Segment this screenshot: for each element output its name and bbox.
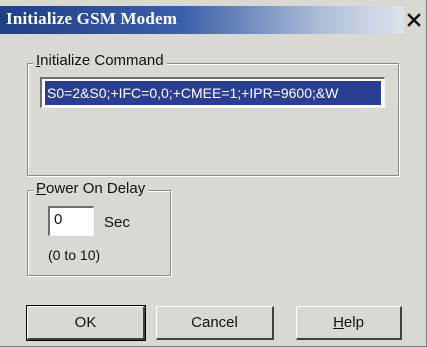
power-on-delay-input[interactable]: 0 bbox=[48, 206, 94, 236]
initialize-command-selected-text: S0=2&S0;+IFC=0,0;+CMEE=1;+IPR=9600;&W bbox=[45, 81, 381, 105]
power-on-delay-label: Power On Delay bbox=[33, 180, 149, 197]
ok-button[interactable]: OK bbox=[26, 305, 146, 341]
delay-range-label: (0 to 10) bbox=[48, 247, 101, 263]
initialize-command-input[interactable]: S0=2&S0;+IFC=0,0;+CMEE=1;+IPR=9600;&W bbox=[40, 77, 385, 108]
power-on-delay-label-mnemonic: P bbox=[36, 180, 47, 197]
dialog-window: Initialize GSM Modem Initialize Command … bbox=[0, 0, 427, 347]
help-button-text: elp bbox=[343, 314, 364, 331]
close-icon bbox=[407, 13, 421, 27]
delay-unit-label: Sec bbox=[104, 214, 130, 231]
power-on-delay-label-text: ower On Delay bbox=[46, 180, 146, 197]
window-title: Initialize GSM Modem bbox=[6, 9, 178, 28]
help-button-mnemonic: H bbox=[333, 314, 344, 331]
initialize-command-label-text: nitialize Command bbox=[40, 52, 164, 69]
title-bar: Initialize GSM Modem bbox=[0, 0, 427, 40]
help-button[interactable]: Help bbox=[296, 306, 402, 340]
initialize-command-label: Initialize Command bbox=[33, 52, 167, 69]
close-button[interactable] bbox=[403, 8, 425, 32]
cancel-button[interactable]: Cancel bbox=[156, 306, 274, 340]
